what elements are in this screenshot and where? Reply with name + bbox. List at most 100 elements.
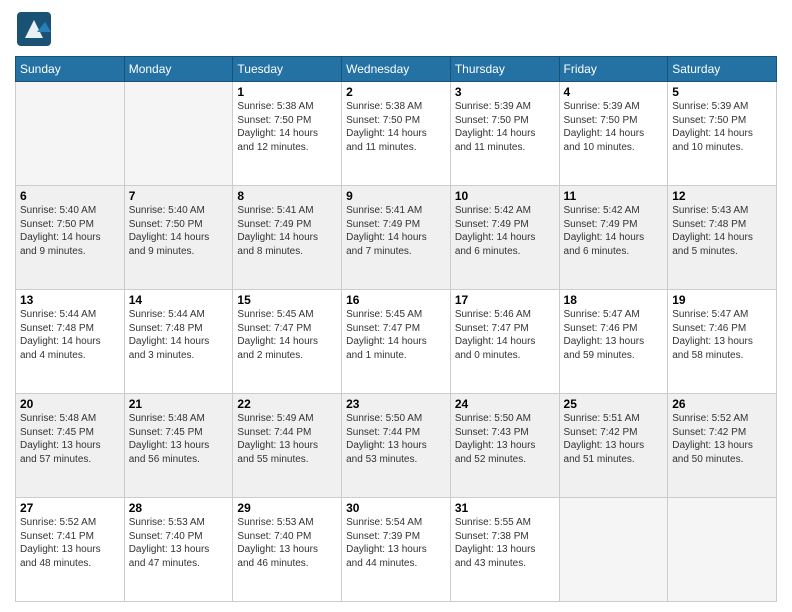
day-number: 24 <box>455 397 555 411</box>
day-number: 29 <box>237 501 337 515</box>
col-tuesday: Tuesday <box>233 57 342 82</box>
col-wednesday: Wednesday <box>342 57 451 82</box>
calendar-cell: 4Sunrise: 5:39 AM Sunset: 7:50 PM Daylig… <box>559 82 668 186</box>
calendar-cell: 13Sunrise: 5:44 AM Sunset: 7:48 PM Dayli… <box>16 290 125 394</box>
calendar-cell <box>124 82 233 186</box>
day-number: 25 <box>564 397 664 411</box>
logo-icon <box>15 10 53 48</box>
page: Sunday Monday Tuesday Wednesday Thursday… <box>0 0 792 612</box>
calendar-cell: 1Sunrise: 5:38 AM Sunset: 7:50 PM Daylig… <box>233 82 342 186</box>
day-number: 26 <box>672 397 772 411</box>
calendar-week-row: 13Sunrise: 5:44 AM Sunset: 7:48 PM Dayli… <box>16 290 777 394</box>
day-info: Sunrise: 5:38 AM Sunset: 7:50 PM Dayligh… <box>237 100 337 154</box>
day-info: Sunrise: 5:52 AM Sunset: 7:42 PM Dayligh… <box>672 412 772 466</box>
day-number: 8 <box>237 189 337 203</box>
day-info: Sunrise: 5:40 AM Sunset: 7:50 PM Dayligh… <box>20 204 120 258</box>
calendar-cell: 21Sunrise: 5:48 AM Sunset: 7:45 PM Dayli… <box>124 394 233 498</box>
calendar-cell: 25Sunrise: 5:51 AM Sunset: 7:42 PM Dayli… <box>559 394 668 498</box>
day-number: 13 <box>20 293 120 307</box>
day-number: 7 <box>129 189 229 203</box>
calendar-cell: 17Sunrise: 5:46 AM Sunset: 7:47 PM Dayli… <box>450 290 559 394</box>
calendar-cell: 29Sunrise: 5:53 AM Sunset: 7:40 PM Dayli… <box>233 498 342 602</box>
day-info: Sunrise: 5:40 AM Sunset: 7:50 PM Dayligh… <box>129 204 229 258</box>
day-info: Sunrise: 5:55 AM Sunset: 7:38 PM Dayligh… <box>455 516 555 570</box>
day-info: Sunrise: 5:43 AM Sunset: 7:48 PM Dayligh… <box>672 204 772 258</box>
calendar-cell: 9Sunrise: 5:41 AM Sunset: 7:49 PM Daylig… <box>342 186 451 290</box>
day-info: Sunrise: 5:45 AM Sunset: 7:47 PM Dayligh… <box>237 308 337 362</box>
calendar-cell <box>668 498 777 602</box>
calendar-cell: 23Sunrise: 5:50 AM Sunset: 7:44 PM Dayli… <box>342 394 451 498</box>
day-number: 3 <box>455 85 555 99</box>
day-info: Sunrise: 5:42 AM Sunset: 7:49 PM Dayligh… <box>455 204 555 258</box>
calendar-cell: 16Sunrise: 5:45 AM Sunset: 7:47 PM Dayli… <box>342 290 451 394</box>
day-number: 20 <box>20 397 120 411</box>
day-info: Sunrise: 5:41 AM Sunset: 7:49 PM Dayligh… <box>346 204 446 258</box>
logo <box>15 10 53 48</box>
day-number: 4 <box>564 85 664 99</box>
calendar-cell: 12Sunrise: 5:43 AM Sunset: 7:48 PM Dayli… <box>668 186 777 290</box>
calendar-cell: 18Sunrise: 5:47 AM Sunset: 7:46 PM Dayli… <box>559 290 668 394</box>
calendar: Sunday Monday Tuesday Wednesday Thursday… <box>15 56 777 602</box>
day-info: Sunrise: 5:48 AM Sunset: 7:45 PM Dayligh… <box>20 412 120 466</box>
day-info: Sunrise: 5:44 AM Sunset: 7:48 PM Dayligh… <box>20 308 120 362</box>
calendar-cell: 7Sunrise: 5:40 AM Sunset: 7:50 PM Daylig… <box>124 186 233 290</box>
day-info: Sunrise: 5:49 AM Sunset: 7:44 PM Dayligh… <box>237 412 337 466</box>
calendar-cell: 19Sunrise: 5:47 AM Sunset: 7:46 PM Dayli… <box>668 290 777 394</box>
day-number: 10 <box>455 189 555 203</box>
day-number: 2 <box>346 85 446 99</box>
day-number: 23 <box>346 397 446 411</box>
day-number: 31 <box>455 501 555 515</box>
header <box>15 10 777 48</box>
day-info: Sunrise: 5:45 AM Sunset: 7:47 PM Dayligh… <box>346 308 446 362</box>
day-number: 15 <box>237 293 337 307</box>
calendar-cell: 3Sunrise: 5:39 AM Sunset: 7:50 PM Daylig… <box>450 82 559 186</box>
calendar-cell: 28Sunrise: 5:53 AM Sunset: 7:40 PM Dayli… <box>124 498 233 602</box>
calendar-cell: 10Sunrise: 5:42 AM Sunset: 7:49 PM Dayli… <box>450 186 559 290</box>
day-number: 16 <box>346 293 446 307</box>
col-monday: Monday <box>124 57 233 82</box>
calendar-cell: 31Sunrise: 5:55 AM Sunset: 7:38 PM Dayli… <box>450 498 559 602</box>
day-number: 28 <box>129 501 229 515</box>
calendar-cell: 8Sunrise: 5:41 AM Sunset: 7:49 PM Daylig… <box>233 186 342 290</box>
day-number: 17 <box>455 293 555 307</box>
day-number: 18 <box>564 293 664 307</box>
day-number: 22 <box>237 397 337 411</box>
day-info: Sunrise: 5:47 AM Sunset: 7:46 PM Dayligh… <box>672 308 772 362</box>
calendar-cell: 15Sunrise: 5:45 AM Sunset: 7:47 PM Dayli… <box>233 290 342 394</box>
day-info: Sunrise: 5:42 AM Sunset: 7:49 PM Dayligh… <box>564 204 664 258</box>
calendar-cell: 22Sunrise: 5:49 AM Sunset: 7:44 PM Dayli… <box>233 394 342 498</box>
day-number: 9 <box>346 189 446 203</box>
calendar-cell: 20Sunrise: 5:48 AM Sunset: 7:45 PM Dayli… <box>16 394 125 498</box>
day-info: Sunrise: 5:50 AM Sunset: 7:44 PM Dayligh… <box>346 412 446 466</box>
day-info: Sunrise: 5:50 AM Sunset: 7:43 PM Dayligh… <box>455 412 555 466</box>
calendar-cell: 27Sunrise: 5:52 AM Sunset: 7:41 PM Dayli… <box>16 498 125 602</box>
day-number: 6 <box>20 189 120 203</box>
calendar-cell: 30Sunrise: 5:54 AM Sunset: 7:39 PM Dayli… <box>342 498 451 602</box>
day-number: 21 <box>129 397 229 411</box>
calendar-week-row: 20Sunrise: 5:48 AM Sunset: 7:45 PM Dayli… <box>16 394 777 498</box>
day-info: Sunrise: 5:53 AM Sunset: 7:40 PM Dayligh… <box>129 516 229 570</box>
day-number: 1 <box>237 85 337 99</box>
calendar-cell <box>16 82 125 186</box>
day-number: 11 <box>564 189 664 203</box>
day-info: Sunrise: 5:51 AM Sunset: 7:42 PM Dayligh… <box>564 412 664 466</box>
day-info: Sunrise: 5:46 AM Sunset: 7:47 PM Dayligh… <box>455 308 555 362</box>
calendar-cell <box>559 498 668 602</box>
calendar-cell: 24Sunrise: 5:50 AM Sunset: 7:43 PM Dayli… <box>450 394 559 498</box>
day-info: Sunrise: 5:39 AM Sunset: 7:50 PM Dayligh… <box>564 100 664 154</box>
day-info: Sunrise: 5:47 AM Sunset: 7:46 PM Dayligh… <box>564 308 664 362</box>
day-number: 30 <box>346 501 446 515</box>
day-info: Sunrise: 5:53 AM Sunset: 7:40 PM Dayligh… <box>237 516 337 570</box>
day-number: 5 <box>672 85 772 99</box>
day-number: 27 <box>20 501 120 515</box>
calendar-cell: 2Sunrise: 5:38 AM Sunset: 7:50 PM Daylig… <box>342 82 451 186</box>
calendar-header-row: Sunday Monday Tuesday Wednesday Thursday… <box>16 57 777 82</box>
day-info: Sunrise: 5:52 AM Sunset: 7:41 PM Dayligh… <box>20 516 120 570</box>
calendar-cell: 5Sunrise: 5:39 AM Sunset: 7:50 PM Daylig… <box>668 82 777 186</box>
day-info: Sunrise: 5:54 AM Sunset: 7:39 PM Dayligh… <box>346 516 446 570</box>
day-info: Sunrise: 5:48 AM Sunset: 7:45 PM Dayligh… <box>129 412 229 466</box>
calendar-week-row: 1Sunrise: 5:38 AM Sunset: 7:50 PM Daylig… <box>16 82 777 186</box>
calendar-cell: 6Sunrise: 5:40 AM Sunset: 7:50 PM Daylig… <box>16 186 125 290</box>
calendar-cell: 14Sunrise: 5:44 AM Sunset: 7:48 PM Dayli… <box>124 290 233 394</box>
day-number: 12 <box>672 189 772 203</box>
